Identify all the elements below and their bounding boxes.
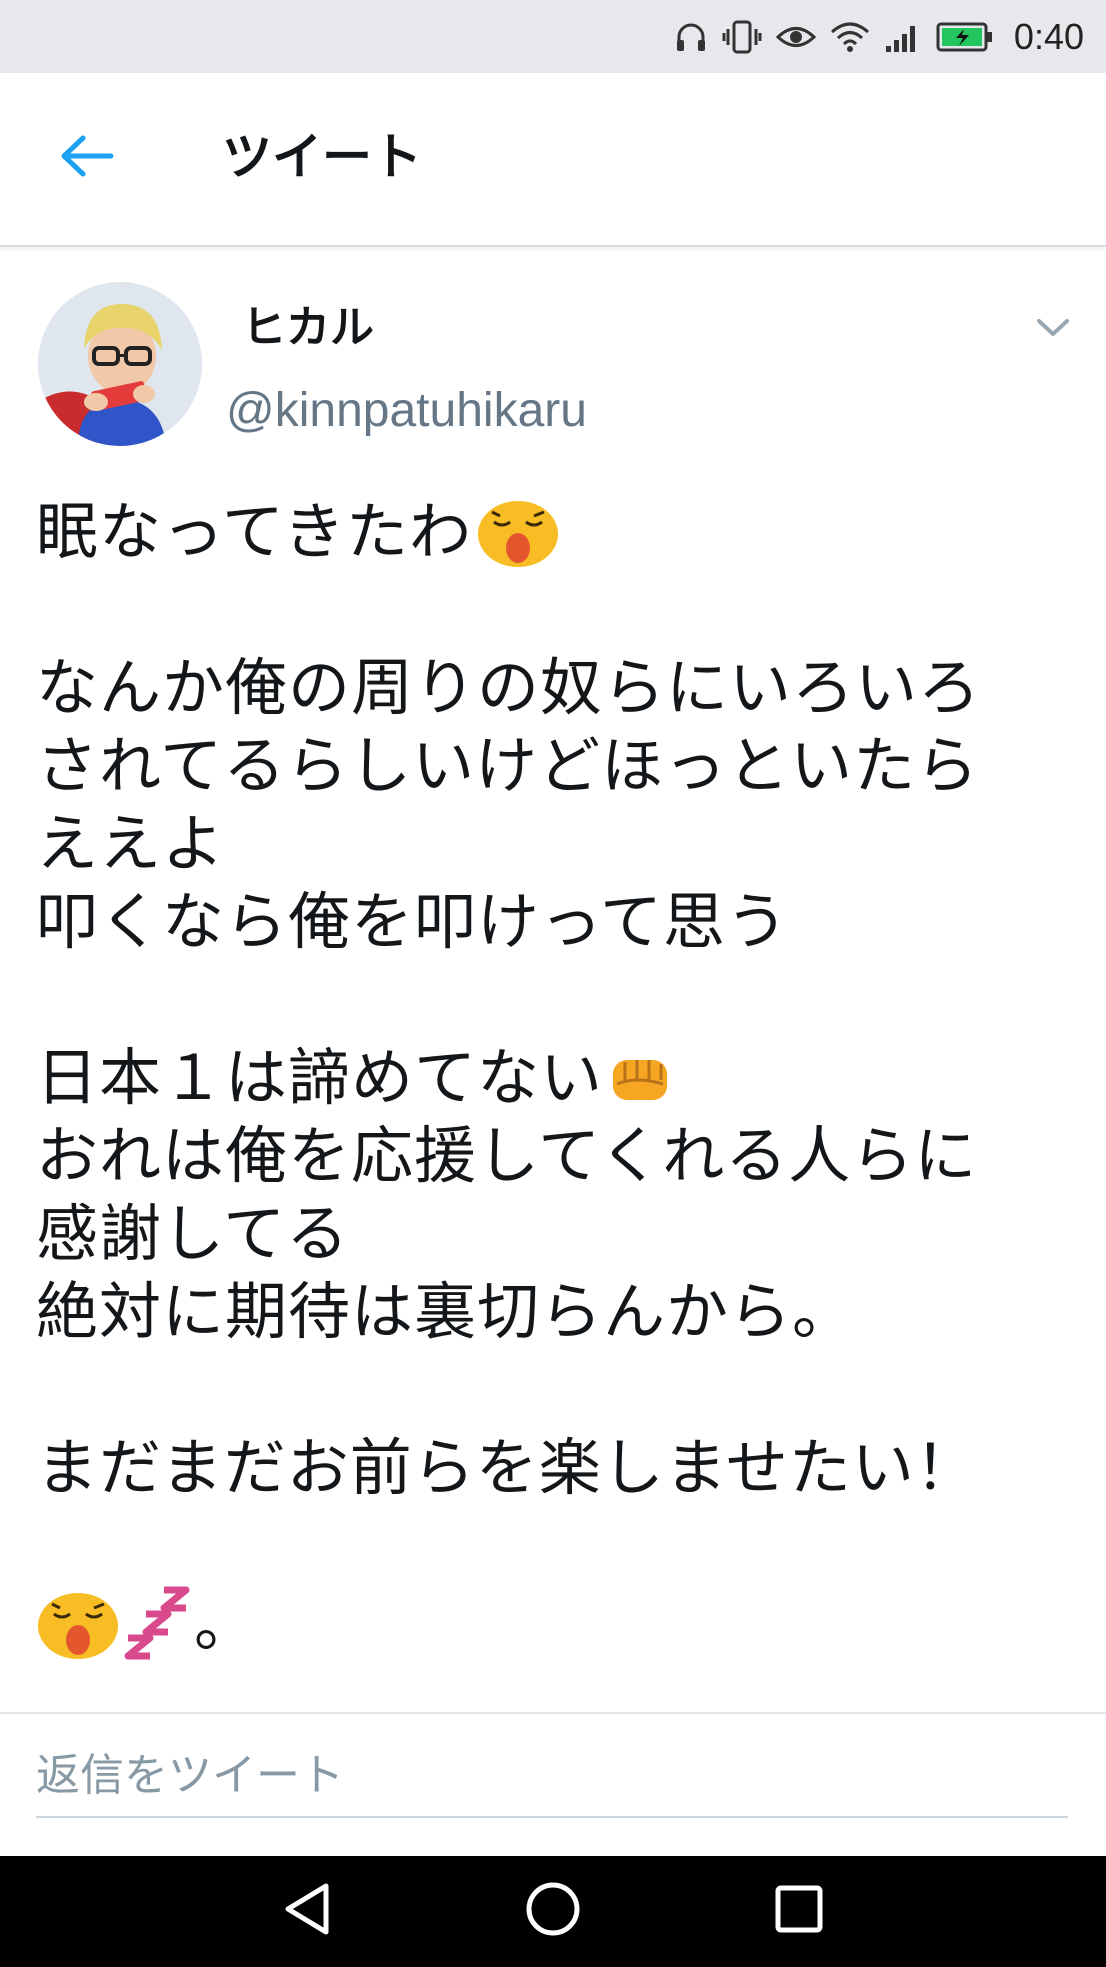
page-title: ツイート — [222, 128, 422, 186]
back-button[interactable] — [52, 123, 122, 193]
profile-photo — [38, 282, 202, 446]
tweet-line: 日本１は諦めてない — [36, 1039, 1086, 1117]
tweet-line: なんか俺の周りの奴らにいろいろ — [36, 649, 1086, 727]
signal-icon — [884, 20, 922, 54]
tweet-line: 。 — [36, 1585, 1086, 1663]
app-header: ツイート — [0, 73, 1106, 247]
tweet-line-text: まだまだお前らを楽しませたい！ — [36, 1431, 978, 1504]
tweet-menu-button[interactable] — [1028, 305, 1078, 355]
clock: 0:40 — [1013, 16, 1084, 57]
clipped-content — [0, 1700, 1106, 1712]
tweet-line-text: なんか俺の周りの奴らにいろいろ — [36, 651, 982, 724]
tweet-line-text: 絶対に期待は裏切らんから。 — [36, 1275, 856, 1348]
tweet-line-text: 叩くなら俺を叩けって思う — [36, 885, 789, 958]
nav-back-button[interactable] — [272, 1876, 342, 1946]
reply-bar: 返信をツイート — [0, 1712, 1106, 1858]
sleepy-yawn-emoji — [36, 1588, 120, 1660]
tweet-line-text: ええよ — [36, 807, 226, 880]
tweet-line: 叩くなら俺を叩けって思う — [36, 883, 1086, 961]
avatar[interactable] — [38, 282, 202, 446]
tweet-line-text: されてるらしいけどほっといたら — [36, 729, 980, 802]
nav-home-button[interactable] — [518, 1876, 588, 1946]
tweet-line: されてるらしいけどほっといたら — [36, 727, 1086, 805]
status-icons: 0:40 — [674, 14, 1084, 60]
tweet-line-text: おれは俺を応援してくれる人らに — [36, 1119, 978, 1192]
back-triangle-icon — [282, 1882, 332, 1940]
arrow-left-icon — [59, 134, 115, 182]
home-circle-icon — [525, 1881, 581, 1941]
tweet-line: 眠なってきたわ — [36, 493, 1086, 571]
chevron-down-icon — [1036, 318, 1070, 342]
vibrate-icon — [722, 19, 762, 55]
tweet-text: 眠なってきたわ なんか俺の周りの奴らにいろいろ されてるらしいけどほっといたら … — [36, 493, 1086, 1663]
tweet-line: 感謝してる — [36, 1195, 1086, 1273]
tweet-line: おれは俺を応援してくれる人らに — [36, 1117, 1086, 1195]
eye-icon — [775, 22, 816, 52]
author-display-name[interactable]: ヒカル — [242, 300, 374, 356]
wifi-icon — [830, 20, 870, 54]
tweet-line: ええよ — [36, 805, 1086, 883]
tweet-line-text: 眠なってきたわ — [36, 495, 473, 568]
headphones-icon — [674, 20, 708, 54]
system-nav-bar — [0, 1856, 1106, 1967]
nav-recents-button[interactable] — [764, 1876, 834, 1946]
tweet-line-text: 感謝してる — [36, 1197, 350, 1270]
battery-charging-icon — [936, 21, 994, 53]
tweet-line: まだまだお前らを楽しませたい！ — [36, 1429, 1086, 1507]
status-bar: 0:40 — [0, 0, 1106, 73]
author-handle[interactable]: @kinnpatuhikaru — [226, 382, 587, 440]
recents-square-icon — [774, 1884, 824, 1938]
fist-emoji — [607, 1050, 673, 1106]
tweet-line-text: 日本１は諦めてない — [36, 1041, 604, 1114]
tweet-line: 絶対に期待は裏切らんから。 — [36, 1273, 1086, 1351]
zzz-emoji — [124, 1584, 194, 1664]
reply-input[interactable]: 返信をツイート — [36, 1736, 1068, 1818]
sleepy-yawn-emoji — [476, 496, 560, 568]
tweet-line-text: 。 — [194, 1587, 258, 1660]
